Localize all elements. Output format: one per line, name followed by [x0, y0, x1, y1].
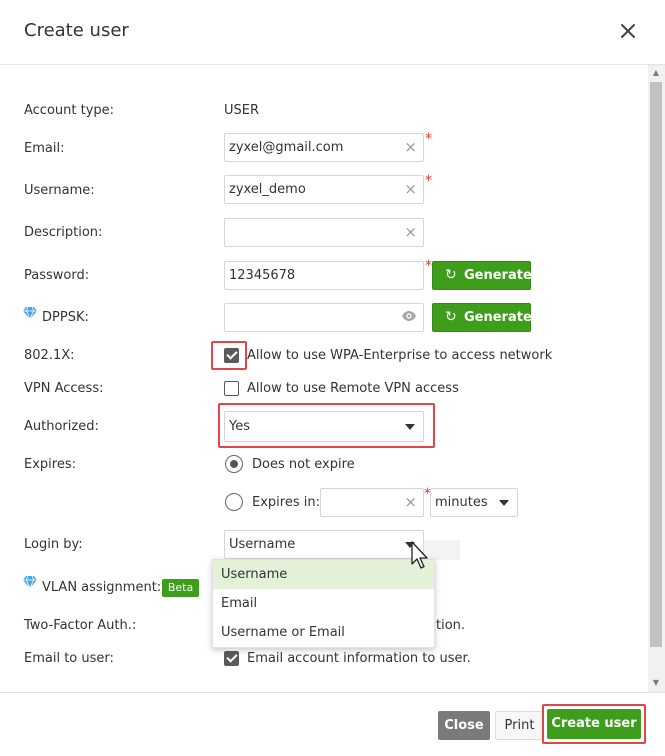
dot1x-checkbox[interactable] — [224, 348, 239, 363]
authorized-label: Authorized: — [24, 419, 99, 434]
password-field[interactable]: 12345678 — [224, 261, 424, 290]
scroll-up-icon[interactable]: ▲ — [650, 67, 662, 79]
email-to-user-label: Email to user: — [24, 651, 114, 666]
login-by-select[interactable]: Username — [224, 530, 424, 559]
email-user-checkbox[interactable] — [224, 651, 239, 666]
generate-label: Generate — [464, 310, 532, 325]
dropdown-option-email[interactable]: Email — [213, 589, 434, 618]
clear-x-icon[interactable]: × — [404, 493, 417, 511]
generate-password-button[interactable]: ↻ Generate — [432, 261, 532, 290]
diamond-icon — [23, 575, 37, 591]
expires-unit-select[interactable]: minutes — [430, 488, 518, 517]
username-value: zyxel_demo — [229, 182, 306, 197]
dot1x-checkbox-label: Allow to use WPA-Enterprise to access ne… — [247, 348, 553, 363]
description-label: Description: — [24, 225, 103, 240]
login-by-dropdown: Username Email Username or Email — [212, 559, 435, 648]
description-field[interactable]: × — [224, 218, 424, 247]
required-mark: * — [425, 131, 432, 147]
username-field[interactable]: zyxel_demo × — [224, 175, 424, 204]
email-user-checkbox-label: Email account information to user. — [247, 651, 471, 666]
diamond-icon — [23, 306, 37, 322]
login-by-value: Username — [229, 537, 296, 552]
expires-label: Expires: — [24, 457, 76, 472]
vlan-assignment-label: VLAN assignment: — [42, 580, 162, 595]
close-button[interactable]: Close — [438, 711, 490, 740]
dropdown-option-username[interactable]: Username — [213, 560, 434, 589]
two-factor-label: Two-Factor Auth.: — [24, 618, 137, 633]
close-icon[interactable] — [618, 21, 640, 43]
generate-dppsk-button[interactable]: ↻ Generate — [432, 303, 532, 332]
password-value: 12345678 — [229, 268, 296, 283]
expires-in-radio[interactable] — [225, 493, 243, 511]
vpn-checkbox-label: Allow to use Remote VPN access — [247, 381, 459, 396]
expires-in-field[interactable]: × — [320, 488, 424, 517]
authorized-value: Yes — [229, 419, 250, 434]
expires-unit-value: minutes — [435, 495, 488, 510]
generate-label: Generate — [464, 268, 532, 283]
required-mark: * — [425, 258, 432, 274]
email-value: zyxel@gmail.com — [229, 140, 344, 155]
beta-badge: Beta — [162, 579, 199, 597]
account-type-label: Account type: — [24, 103, 115, 118]
two-factor-partial-text: tion. — [436, 618, 466, 633]
expires-never-label: Does not expire — [252, 457, 355, 472]
refresh-icon: ↻ — [445, 267, 457, 283]
account-type-value: USER — [224, 103, 260, 118]
eye-icon[interactable] — [401, 309, 417, 327]
dppsk-field[interactable] — [224, 303, 424, 332]
dot1x-label: 802.1X: — [24, 348, 75, 363]
login-by-label: Login by: — [24, 537, 83, 552]
scrollbar-thumb[interactable] — [650, 82, 662, 647]
create-user-button[interactable]: Create user — [547, 709, 641, 739]
clear-x-icon[interactable]: × — [404, 180, 417, 198]
vpn-access-label: VPN Access: — [24, 381, 104, 396]
vpn-checkbox[interactable] — [224, 381, 239, 396]
authorized-select[interactable]: Yes — [224, 411, 424, 442]
refresh-icon: ↻ — [445, 309, 457, 325]
clear-x-icon[interactable]: × — [404, 138, 417, 156]
password-label: Password: — [24, 268, 90, 283]
clear-x-icon[interactable]: × — [404, 223, 417, 241]
dialog-header: Create user — [0, 0, 665, 65]
print-button[interactable]: Print — [495, 711, 544, 740]
expires-in-label: Expires in: — [252, 495, 320, 510]
mouse-cursor-icon — [411, 541, 431, 575]
username-label: Username: — [24, 183, 95, 198]
dialog-title: Create user — [24, 20, 129, 41]
scroll-down-icon[interactable]: ▼ — [650, 677, 662, 689]
dppsk-label: DPPSK: — [42, 310, 89, 325]
email-label: Email: — [24, 141, 65, 156]
email-field[interactable]: zyxel@gmail.com × — [224, 133, 424, 162]
dropdown-option-username-or-email[interactable]: Username or Email — [213, 618, 434, 647]
required-mark: * — [425, 173, 432, 189]
expires-never-radio[interactable] — [225, 455, 243, 473]
chevron-down-icon — [499, 500, 509, 506]
chevron-down-icon — [405, 424, 415, 430]
